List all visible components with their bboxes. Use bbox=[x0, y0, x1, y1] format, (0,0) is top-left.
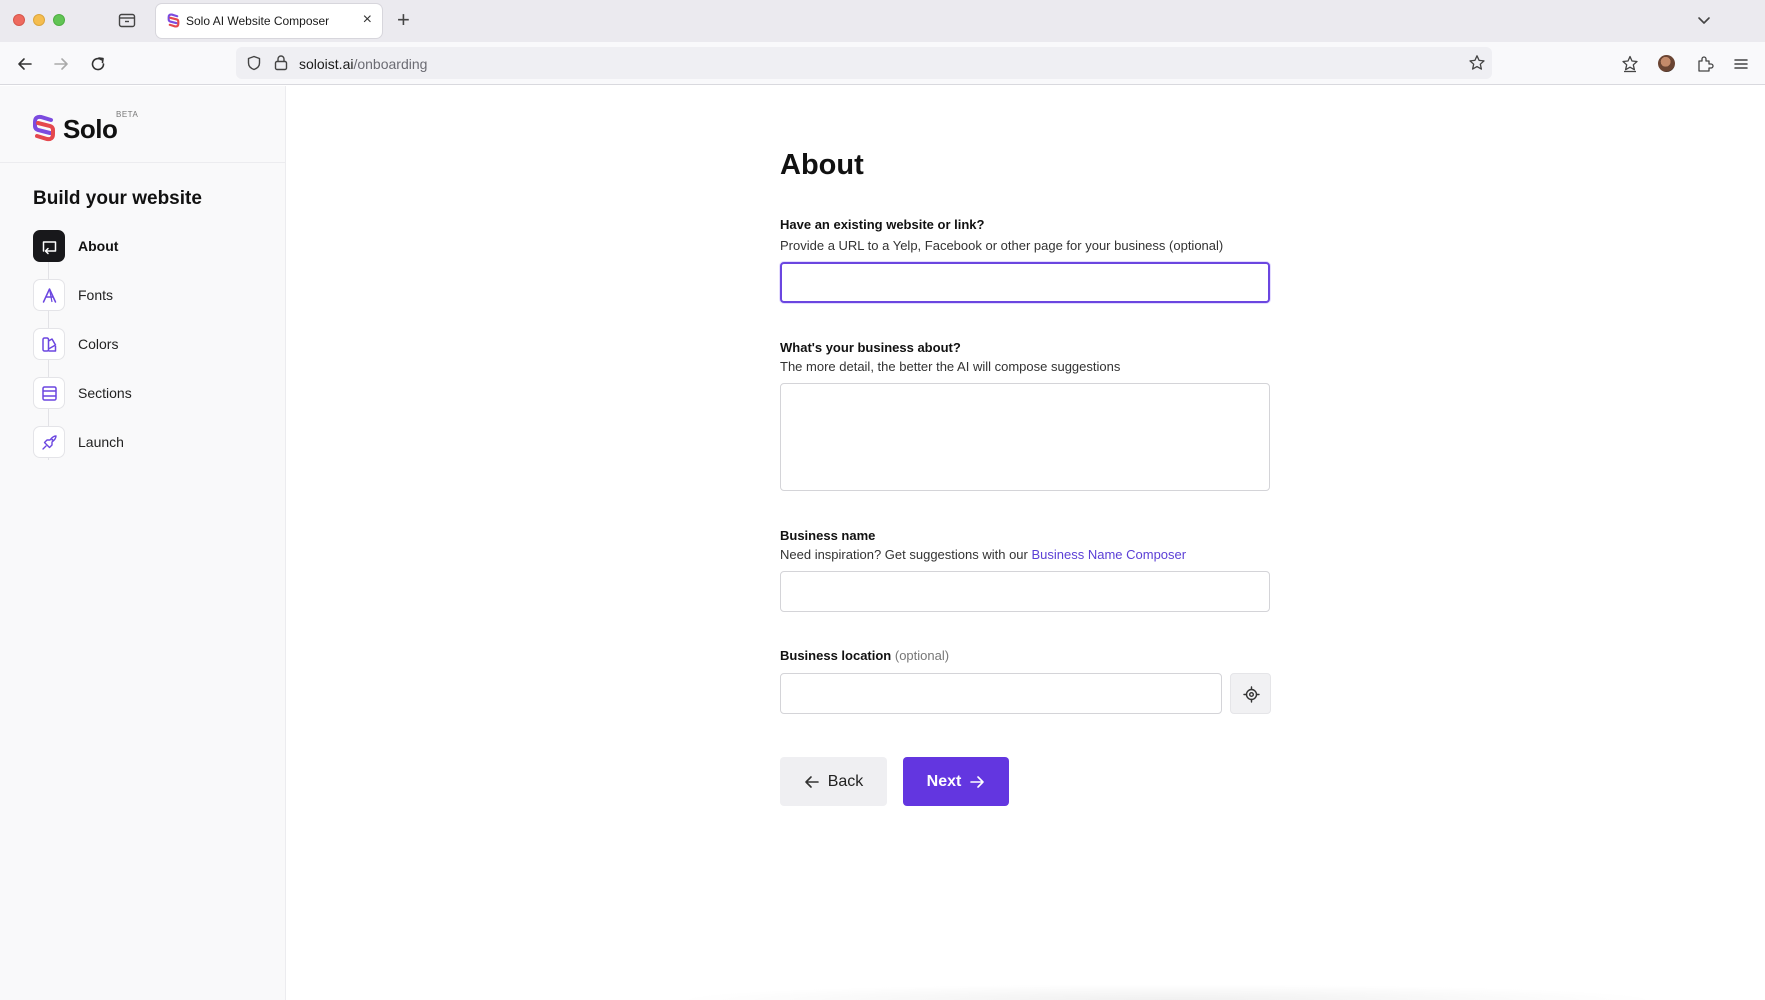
lock-icon[interactable] bbox=[273, 54, 289, 71]
tab-title: Solo AI Website Composer bbox=[186, 14, 330, 28]
business-location-label: Business location (optional) bbox=[780, 648, 949, 663]
window-zoom-button[interactable] bbox=[53, 14, 65, 26]
url-host: soloist.ai bbox=[299, 56, 354, 72]
arrow-right-icon bbox=[970, 775, 985, 788]
step-sections-label: Sections bbox=[78, 385, 132, 401]
rocket-icon bbox=[33, 426, 65, 458]
extensions-puzzle-icon[interactable] bbox=[1695, 54, 1715, 74]
browser-tab-bar: Solo AI Website Composer × + bbox=[0, 0, 1765, 42]
back-arrow-icon[interactable] bbox=[15, 54, 35, 74]
shield-icon[interactable] bbox=[246, 55, 262, 71]
next-button-label: Next bbox=[926, 772, 962, 790]
tab-overview-icon[interactable] bbox=[118, 12, 136, 28]
brand-logo[interactable]: Solo BETA bbox=[32, 110, 172, 144]
business-name-composer-link[interactable]: Business Name Composer bbox=[1031, 547, 1186, 562]
back-button[interactable]: Back bbox=[780, 757, 887, 806]
step-about[interactable]: About bbox=[33, 230, 273, 263]
new-tab-button[interactable]: + bbox=[397, 9, 410, 31]
step-fonts-label: Fonts bbox=[78, 287, 114, 303]
solo-logo-icon bbox=[33, 114, 55, 142]
step-colors-label: Colors bbox=[78, 336, 119, 352]
website-label: Have an existing website or link? bbox=[780, 217, 985, 232]
business-name-input[interactable] bbox=[780, 571, 1270, 612]
onboarding-main: About Have an existing website or link? … bbox=[287, 86, 1765, 1000]
window-close-button[interactable] bbox=[13, 14, 25, 26]
business-name-help-text: Need inspiration? Get suggestions with o… bbox=[780, 547, 1032, 562]
reload-icon[interactable] bbox=[88, 54, 108, 74]
bottom-shadow bbox=[667, 984, 1667, 1000]
use-current-location-button[interactable] bbox=[1230, 673, 1271, 714]
chevron-down-icon[interactable] bbox=[1696, 12, 1712, 28]
business-about-help: The more detail, the better the AI will … bbox=[780, 359, 1121, 374]
browser-nav-bar: soloist.ai/onboarding bbox=[0, 42, 1765, 85]
solo-favicon-icon bbox=[167, 13, 180, 28]
page-title: About bbox=[780, 149, 864, 181]
website-url-input[interactable] bbox=[780, 262, 1270, 303]
about-icon bbox=[33, 230, 65, 262]
step-launch[interactable]: Launch bbox=[33, 426, 273, 459]
sidebar-heading: Build your website bbox=[33, 188, 202, 209]
brand-name: Solo bbox=[63, 114, 118, 144]
business-location-input[interactable] bbox=[780, 673, 1222, 714]
font-icon bbox=[33, 279, 65, 311]
browser-tab[interactable]: Solo AI Website Composer × bbox=[156, 4, 382, 38]
business-about-textarea[interactable] bbox=[780, 383, 1270, 491]
account-avatar[interactable] bbox=[1658, 55, 1675, 72]
menu-hamburger-icon[interactable] bbox=[1731, 54, 1751, 74]
step-fonts[interactable]: Fonts bbox=[33, 279, 273, 312]
website-help: Provide a URL to a Yelp, Facebook or oth… bbox=[780, 238, 1224, 253]
palette-icon bbox=[33, 328, 65, 360]
optional-tag: (optional) bbox=[894, 648, 950, 663]
next-button[interactable]: Next bbox=[903, 757, 1009, 806]
forward-arrow-icon[interactable] bbox=[51, 54, 71, 74]
step-about-label: About bbox=[78, 238, 119, 254]
pocket-save-icon[interactable] bbox=[1620, 54, 1640, 74]
url-path: /onboarding bbox=[353, 56, 428, 72]
step-sections[interactable]: Sections bbox=[33, 377, 273, 410]
layout-icon bbox=[33, 377, 65, 409]
crosshair-location-icon bbox=[1243, 686, 1260, 703]
sidebar-divider bbox=[0, 162, 286, 163]
business-name-help: Need inspiration? Get suggestions with o… bbox=[780, 547, 1186, 562]
bookmark-star-icon[interactable] bbox=[1468, 54, 1486, 72]
business-about-label: What's your business about? bbox=[780, 340, 961, 355]
step-colors[interactable]: Colors bbox=[33, 328, 273, 361]
onboarding-sidebar: Solo BETA Build your website About Fonts bbox=[0, 86, 286, 1000]
step-launch-label: Launch bbox=[78, 434, 124, 450]
tab-close-icon[interactable]: × bbox=[363, 11, 372, 29]
url-text[interactable]: soloist.ai/onboarding bbox=[299, 56, 427, 72]
business-location-label-text: Business location bbox=[780, 648, 892, 663]
window-minimize-button[interactable] bbox=[33, 14, 45, 26]
arrow-left-icon bbox=[804, 775, 819, 788]
back-button-label: Back bbox=[827, 772, 864, 790]
address-bar[interactable]: soloist.ai/onboarding bbox=[236, 47, 1492, 79]
beta-badge: BETA bbox=[116, 110, 139, 119]
business-name-label: Business name bbox=[780, 528, 876, 543]
